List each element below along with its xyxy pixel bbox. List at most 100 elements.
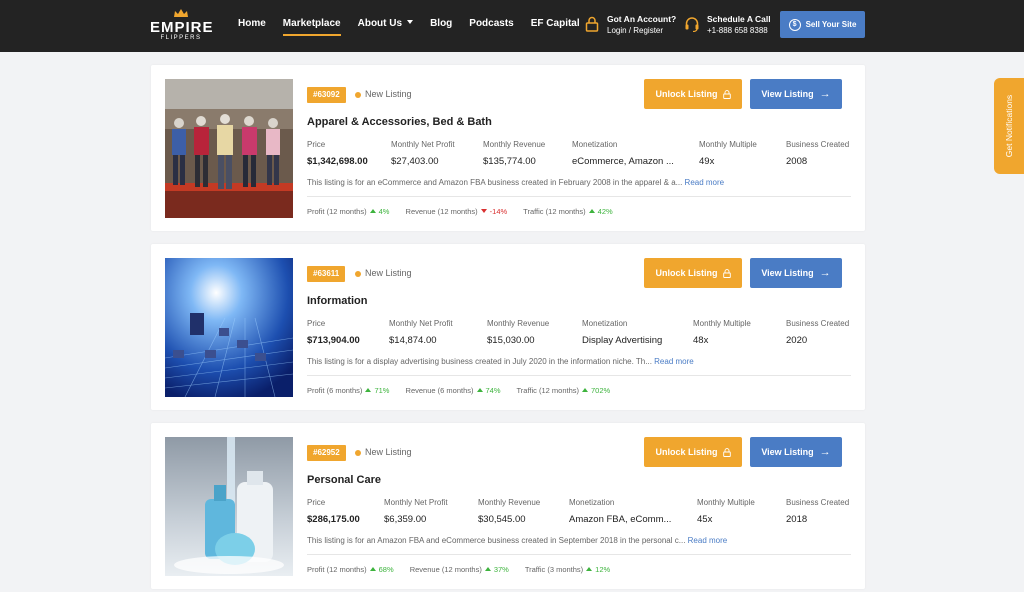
mannequins-image	[165, 79, 293, 218]
view-listing-button[interactable]: View Listing →	[750, 437, 842, 467]
listing-metrics: Profit (6 months) 71% Revenue (6 months) 7…	[307, 386, 624, 395]
nav-marketplace[interactable]: Marketplace	[282, 0, 341, 52]
metric-revenue: Revenue (12 months) 37%	[410, 565, 509, 574]
listing-card: #63611 New Listing Information Unlock Li…	[151, 244, 865, 410]
arrow-right-icon: →	[819, 446, 831, 458]
nav-blog[interactable]: Blog	[430, 0, 452, 52]
monthly-revenue-value: $135,774.00	[483, 156, 536, 167]
price-label: Price	[307, 319, 326, 328]
monthly-multiple-label: Monthly Multiple	[697, 498, 755, 507]
business-created-value: 2020	[786, 335, 808, 346]
trend-up-icon	[369, 209, 376, 213]
schedule-call-link[interactable]: Schedule A Call +1-888 658 8388	[684, 13, 776, 39]
metric-profit-label: Profit (12 months)	[307, 207, 367, 216]
unlock-listing-button[interactable]: Unlock Listing	[644, 79, 742, 109]
metric-traffic: Traffic (12 months) 702%	[516, 386, 610, 395]
new-listing-label: New Listing	[365, 268, 412, 278]
listing-thumbnail-information[interactable]	[165, 258, 293, 397]
listing-description: This listing is for a display advertisin…	[307, 357, 847, 366]
nav-ef-capital[interactable]: EF Capital	[531, 0, 580, 52]
unlock-listing-label: Unlock Listing	[655, 89, 718, 99]
nav-podcasts[interactable]: Podcasts	[469, 0, 513, 52]
trend-up-icon	[588, 209, 595, 213]
monthly-revenue-label: Monthly Revenue	[478, 498, 541, 507]
monthly-profit-value: $27,403.00	[391, 156, 439, 167]
read-more-link[interactable]: Read more	[685, 178, 725, 187]
account-title: Got An Account?	[607, 14, 677, 24]
lock-icon	[585, 16, 599, 32]
price-label: Price	[307, 140, 326, 149]
unlock-listing-button[interactable]: Unlock Listing	[644, 258, 742, 288]
listing-thumbnail-apparel[interactable]	[165, 79, 293, 218]
listing-metrics: Profit (12 months) 68% Revenue (12 months…	[307, 565, 624, 574]
metric-traffic-label: Traffic (12 months)	[523, 207, 586, 216]
listing-description: This listing is for an Amazon FBA and eC…	[307, 536, 847, 545]
business-created-label: Business Created	[786, 319, 850, 328]
monthly-multiple-label: Monthly Multiple	[693, 319, 751, 328]
account-login-register[interactable]: Login / Register	[607, 26, 663, 35]
metric-revenue-value: 37%	[493, 565, 509, 574]
metric-traffic-value: 42%	[597, 207, 613, 216]
monetization-value: eCommerce, Amazon ...	[572, 156, 674, 167]
read-more-link[interactable]: Read more	[688, 536, 728, 545]
listing-title[interactable]: Personal Care	[307, 474, 381, 486]
metric-profit-value: 71%	[374, 386, 390, 395]
divider	[307, 196, 851, 197]
divider	[307, 375, 851, 376]
nav-home[interactable]: Home	[238, 0, 266, 52]
monetization-value: Display Advertising	[582, 335, 663, 346]
metric-traffic-label: Traffic (3 months)	[524, 565, 584, 574]
trend-up-icon	[484, 567, 491, 571]
chevron-down-icon	[407, 20, 414, 24]
personal-care-bottles-image	[165, 437, 293, 576]
trend-up-icon	[369, 567, 376, 571]
metric-revenue-value: 74%	[485, 386, 501, 395]
listing-id-badge: #63092	[307, 87, 346, 103]
empire-flippers-logo[interactable]: EMPIRE FLIPPERS	[150, 9, 213, 43]
metric-profit: Profit (6 months) 71%	[307, 386, 389, 395]
listing-card: #62952 New Listing Personal Care Unlock …	[151, 423, 865, 589]
monthly-profit-value: $14,874.00	[389, 335, 437, 346]
account-link[interactable]: Got An Account? Login / Register	[584, 13, 679, 39]
new-listing-label: New Listing	[365, 89, 412, 99]
business-created-label: Business Created	[786, 498, 850, 507]
phone-number[interactable]: +1-888 658 8388	[707, 26, 768, 35]
metric-profit-value: 68%	[378, 565, 394, 574]
listing-id-badge: #63611	[307, 266, 346, 282]
metric-traffic: Traffic (12 months) 42%	[523, 207, 613, 216]
monthly-revenue-label: Monthly Revenue	[487, 319, 550, 328]
metric-profit: Profit (12 months) 68%	[307, 565, 394, 574]
metric-profit-label: Profit (6 months)	[307, 386, 363, 395]
schedule-call-title: Schedule A Call	[707, 14, 771, 24]
view-listing-label: View Listing	[761, 89, 814, 99]
trend-down-icon	[480, 209, 487, 213]
listing-description-text: This listing is for an Amazon FBA and eC…	[307, 536, 686, 545]
monthly-revenue-label: Monthly Revenue	[483, 140, 546, 149]
metric-traffic-value: 702%	[591, 386, 611, 395]
metric-traffic-value: 12%	[595, 565, 611, 574]
get-notifications-tab[interactable]: Get Notifications	[994, 78, 1024, 174]
new-listing-dot	[355, 271, 361, 277]
listing-title[interactable]: Apparel & Accessories, Bed & Bath	[307, 116, 492, 128]
read-more-link[interactable]: Read more	[654, 357, 694, 366]
arrow-right-icon: →	[819, 267, 831, 279]
monthly-multiple-value: 45x	[697, 514, 713, 525]
sell-your-site-button[interactable]: $ Sell Your Site	[780, 11, 865, 38]
business-created-value: 2008	[786, 156, 808, 167]
price-value: $286,175.00	[307, 514, 360, 525]
view-listing-button[interactable]: View Listing →	[750, 258, 842, 288]
listing-title[interactable]: Information	[307, 295, 368, 307]
lock-icon	[722, 447, 731, 457]
unlock-listing-button[interactable]: Unlock Listing	[644, 437, 742, 467]
price-label: Price	[307, 498, 326, 507]
nav-about-us[interactable]: About Us	[358, 0, 414, 52]
monthly-profit-label: Monthly Net Profit	[391, 140, 455, 149]
metric-profit: Profit (12 months) 4%	[307, 207, 389, 216]
listing-thumbnail-personal-care[interactable]	[165, 437, 293, 576]
view-listing-button[interactable]: View Listing →	[750, 79, 842, 109]
listing-description: This listing is for an eCommerce and Ama…	[307, 178, 847, 187]
metric-revenue-label: Revenue (6 months)	[405, 386, 474, 395]
monthly-profit-label: Monthly Net Profit	[384, 498, 448, 507]
dollar-icon: $	[788, 18, 801, 31]
unlock-listing-label: Unlock Listing	[655, 447, 718, 457]
